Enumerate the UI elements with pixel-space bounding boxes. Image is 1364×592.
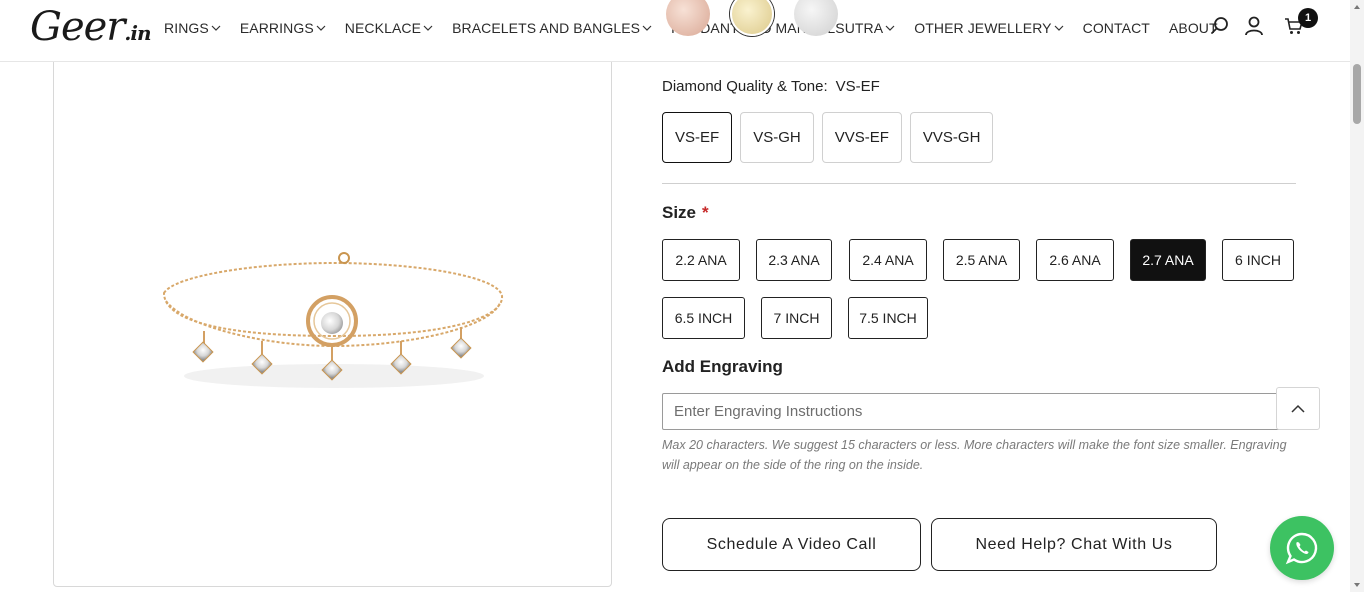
chevron-down-icon [423,25,433,31]
quality-option-vvs-gh[interactable]: VVS-GH [909,112,994,163]
nav-item-label: EARRINGS [239,20,314,36]
nav-item-rings[interactable]: RINGS [164,20,221,36]
size-option-7-5-inch[interactable]: 7.5 INCH [848,297,928,339]
quality-option-vs-ef[interactable]: VS-EF [662,112,733,163]
logo-text: Geer [30,4,125,50]
nav-item-earrings[interactable]: EARRINGS [240,20,326,36]
scroll-up-arrow-icon[interactable] [1353,3,1361,11]
diamond-quality-options: VS-EF VS-GH VVS-EF VVS-GH [662,112,1001,163]
bracelet-product-image [162,252,504,388]
size-option-6-5-inch[interactable]: 6.5 INCH [662,297,745,339]
scroll-thumb[interactable] [1353,64,1361,124]
size-option-2-4-ana[interactable]: 2.4 ANA [849,239,927,281]
size-label: Size [662,203,697,222]
chevron-down-icon [316,25,326,31]
chevron-down-icon [1054,25,1064,31]
chevron-down-icon [885,25,895,31]
divider [662,183,1296,184]
nav-item-label: NECKLACE [344,20,422,36]
back-to-top-button[interactable] [1276,387,1320,430]
required-marker: * [702,203,709,222]
chevron-down-icon [642,25,652,31]
cart-icon[interactable]: 1 [1282,8,1318,38]
size-heading: Size * [662,203,709,223]
chevron-up-icon [1291,404,1305,413]
size-option-2-6-ana[interactable]: 2.6 ANA [1036,239,1114,281]
size-option-2-7-ana[interactable]: 2.7 ANA [1130,239,1206,281]
diamond-quality-selected: VS-EF [835,78,880,95]
schedule-video-call-button[interactable]: Schedule A Video Call [662,518,921,571]
logo-tld: .in [124,21,151,45]
chat-help-button[interactable]: Need Help? Chat With Us [931,518,1217,571]
scroll-down-arrow-icon[interactable] [1353,581,1361,589]
size-option-2-5-ana[interactable]: 2.5 ANA [943,239,1020,281]
nav-item-label: CONTACT [1082,20,1150,36]
quality-option-vs-gh[interactable]: VS-GH [740,112,814,163]
engraving-input[interactable] [662,393,1296,430]
page-scrollbar[interactable] [1350,0,1364,592]
nav-item-label: OTHER JEWELLERY [914,20,1052,36]
engraving-heading: Add Engraving [662,357,783,376]
whatsapp-chat-button[interactable] [1270,516,1334,580]
cart-count-badge: 1 [1298,8,1318,28]
size-option-6-inch[interactable]: 6 INCH [1222,239,1294,281]
site-logo[interactable]: Geer.in [30,4,152,50]
whatsapp-icon [1285,532,1318,565]
diamond-quality-heading: Diamond Quality & Tone: VS-EF [662,78,880,95]
diamond-quality-label: Diamond Quality & Tone: [662,78,828,95]
product-page: Geer.in RINGS EARRINGS NECKLACE BRACELETS A… [0,0,1364,592]
chevron-down-icon [211,25,221,31]
nav-item-other-jewellery[interactable]: OTHER JEWELLERY [914,20,1064,36]
search-icon[interactable] [1208,14,1232,38]
size-option-7-inch[interactable]: 7 INCH [761,297,832,339]
quality-option-vvs-ef[interactable]: VVS-EF [821,112,902,163]
nav-item-necklace[interactable]: NECKLACE [345,20,433,36]
engraving-note: Max 20 characters. We suggest 15 charact… [662,438,1287,472]
header-icons: 1 [1198,8,1318,38]
size-option-2-2-ana[interactable]: 2.2 ANA [662,239,740,281]
nav-item-bracelets-and-bangles[interactable]: BRACELETS AND BANGLES [452,20,652,36]
nav-item-label: RINGS [164,20,209,36]
user-icon[interactable] [1242,14,1266,38]
product-image-frame [53,20,612,587]
nav-item-contact[interactable]: CONTACT [1083,20,1150,36]
size-option-2-3-ana[interactable]: 2.3 ANA [756,239,832,281]
nav-item-label: BRACELETS AND BANGLES [452,20,641,36]
